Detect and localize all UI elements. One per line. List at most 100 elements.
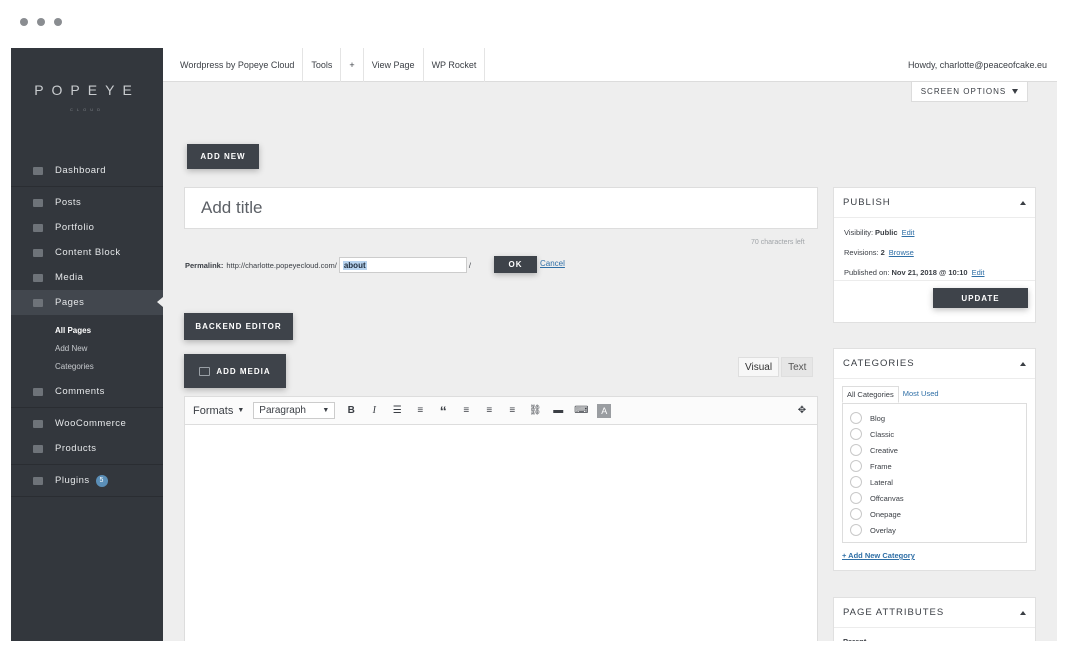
link-icon[interactable]: ⛓ — [528, 404, 542, 418]
category-label: Offcanvas — [870, 493, 904, 503]
categories-tabs: All Categories Most Used — [834, 379, 1035, 403]
revisions-browse-link[interactable]: Browse — [889, 248, 914, 257]
read-more-icon[interactable]: ▬ — [551, 404, 565, 418]
add-new-button[interactable]: ADD NEW — [187, 144, 259, 169]
backend-editor-button[interactable]: BACKEND EDITOR — [184, 313, 293, 340]
align-right-icon[interactable]: ≡ — [505, 404, 519, 418]
permalink-ok-button[interactable]: OK — [494, 256, 537, 273]
sidebar-item-plugins[interactable]: Plugins 5 — [11, 468, 163, 493]
category-label: Classic — [870, 429, 895, 439]
page-attributes-header[interactable]: PAGE ATTRIBUTES — [834, 598, 1035, 628]
logo-subtitle: CLOUD — [69, 107, 104, 112]
categories-header[interactable]: CATEGORIES — [834, 349, 1035, 379]
published-value: Nov 21, 2018 @ 10:10 — [891, 267, 968, 277]
screen-options-label: SCREEN OPTIONS — [920, 87, 1007, 96]
category-item[interactable]: Offcanvas — [843, 490, 1026, 506]
collapse-icon[interactable] — [1020, 361, 1026, 366]
topbar-tools[interactable]: Tools — [303, 48, 342, 82]
comment-icon — [33, 387, 43, 396]
published-edit-link[interactable]: Edit — [972, 268, 985, 277]
plug-icon — [33, 476, 43, 485]
tab-most-used[interactable]: Most Used — [899, 386, 943, 403]
bullet-list-icon[interactable]: ☰ — [390, 404, 404, 418]
add-new-category-link[interactable]: + Add New Category — [834, 543, 1035, 560]
revisions-value: 2 — [880, 247, 885, 257]
category-checkbox[interactable] — [850, 476, 862, 488]
sidebar-item-dashboard[interactable]: Dashboard — [11, 158, 163, 183]
topbar-wp-rocket[interactable]: WP Rocket — [424, 48, 486, 82]
category-checkbox[interactable] — [850, 444, 862, 456]
category-item[interactable]: Creative — [843, 442, 1026, 458]
category-item[interactable]: Classic — [843, 426, 1026, 442]
window-dot[interactable] — [54, 18, 62, 26]
category-checkbox[interactable] — [850, 492, 862, 504]
divider — [11, 496, 163, 497]
permalink-cancel-link[interactable]: Cancel — [540, 259, 565, 268]
sidebar-item-pages[interactable]: Pages — [11, 290, 163, 315]
tab-visual[interactable]: Visual — [738, 357, 780, 377]
window-dot[interactable] — [20, 18, 28, 26]
submenu-add-new[interactable]: Add New — [11, 339, 163, 357]
align-center-icon[interactable]: ≡ — [482, 404, 496, 418]
sidebar-item-label: Content Block — [55, 247, 121, 258]
window-dot[interactable] — [37, 18, 45, 26]
sidebar-item-comments[interactable]: Comments — [11, 379, 163, 404]
sidebar-item-products[interactable]: Products — [11, 436, 163, 461]
permalink-row: Permalink: http://charlotte.popeyecloud.… — [185, 257, 471, 273]
sidebar-item-content-block[interactable]: Content Block — [11, 240, 163, 265]
sidebar-item-label: WooCommerce — [55, 418, 127, 429]
visibility-edit-link[interactable]: Edit — [902, 228, 915, 237]
content-editor[interactable]: Formats ▼ Paragraph ▼ B I ☰ ≡ “ ≡ ≡ ≡ ⛓ ▬ … — [184, 396, 818, 641]
sidebar-item-posts[interactable]: Posts — [11, 190, 163, 215]
collapse-icon[interactable] — [1020, 200, 1026, 205]
paragraph-select[interactable]: Paragraph ▼ — [253, 402, 336, 419]
category-item[interactable]: Onepage — [843, 506, 1026, 522]
user-greeting[interactable]: Howdy, charlotte@peaceofcake.eu — [908, 48, 1047, 82]
category-item[interactable]: Lateral — [843, 474, 1026, 490]
sidebar-item-woocommerce[interactable]: WooCommerce — [11, 411, 163, 436]
editor-toolbar: Formats ▼ Paragraph ▼ B I ☰ ≡ “ ≡ ≡ ≡ ⛓ ▬ … — [185, 397, 817, 425]
add-media-button[interactable]: ADD MEDIA — [184, 354, 286, 388]
fullscreen-icon[interactable]: ✥ — [795, 404, 809, 418]
title-input[interactable]: Add title — [184, 187, 818, 229]
category-item[interactable]: Overlay — [843, 522, 1026, 538]
bold-icon[interactable]: B — [344, 404, 358, 418]
screen-options-button[interactable]: SCREEN OPTIONS — [911, 82, 1028, 102]
divider — [11, 186, 163, 187]
publish-header[interactable]: PUBLISH — [834, 188, 1035, 218]
category-item[interactable]: Blog — [843, 410, 1026, 426]
tab-text[interactable]: Text — [781, 357, 814, 377]
topbar-view-page[interactable]: View Page — [364, 48, 424, 82]
italic-icon[interactable]: I — [367, 404, 381, 418]
toolbar-toggle-icon[interactable]: ⌨ — [574, 404, 588, 418]
collapse-icon[interactable] — [1020, 610, 1026, 615]
topbar-site-link[interactable]: Wordpress by Popeye Cloud — [163, 48, 304, 82]
category-checkbox[interactable] — [850, 508, 862, 520]
category-checkbox[interactable] — [850, 460, 862, 472]
permalink-slug-input[interactable]: about — [338, 257, 467, 273]
sidebar-item-label: Posts — [55, 197, 82, 208]
blockquote-icon[interactable]: “ — [436, 403, 450, 419]
formats-dropdown[interactable]: Formats ▼ — [193, 405, 244, 417]
app-window: POPEYE CLOUD Dashboard Posts Portfolio C… — [11, 48, 1057, 641]
sidebar-item-media[interactable]: Media — [11, 265, 163, 290]
align-left-icon[interactable]: ≡ — [459, 404, 473, 418]
sidebar-item-label: Portfolio — [55, 222, 95, 233]
category-label: Lateral — [870, 477, 893, 487]
category-item[interactable]: Frame — [843, 458, 1026, 474]
category-checkbox[interactable] — [850, 524, 862, 536]
category-checkbox[interactable] — [850, 412, 862, 424]
pin-icon — [33, 198, 43, 207]
numbered-list-icon[interactable]: ≡ — [413, 404, 427, 418]
plugins-update-badge: 5 — [95, 474, 108, 487]
update-button[interactable]: UPDATE — [933, 288, 1028, 308]
publish-title: PUBLISH — [843, 197, 891, 208]
logo[interactable]: POPEYE — [11, 82, 163, 98]
tab-all-categories[interactable]: All Categories — [842, 386, 899, 403]
submenu-categories[interactable]: Categories — [11, 357, 163, 375]
topbar-new[interactable]: + — [341, 48, 364, 82]
category-checkbox[interactable] — [850, 428, 862, 440]
submenu-all-pages[interactable]: All Pages — [11, 321, 163, 339]
text-color-icon[interactable]: A — [597, 403, 612, 418]
sidebar-item-portfolio[interactable]: Portfolio — [11, 215, 163, 240]
